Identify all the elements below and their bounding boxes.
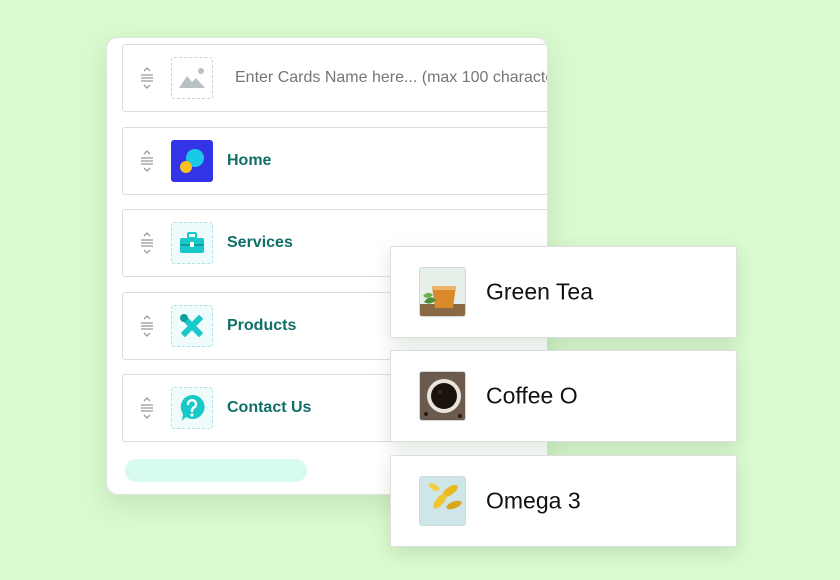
home-bubbles-icon [171, 140, 213, 182]
omega-capsules-image [419, 476, 466, 526]
tools-icon [171, 305, 213, 347]
card-name-row[interactable] [122, 44, 547, 112]
drag-handle-icon[interactable] [139, 231, 155, 255]
dropdown-label-green-tea: Green Tea [486, 278, 593, 305]
green-tea-image [419, 267, 466, 317]
card-label-home: Home [227, 152, 272, 169]
image-placeholder-icon[interactable] [171, 57, 213, 99]
add-card-button[interactable] [125, 459, 307, 482]
drag-handle-icon[interactable] [139, 149, 155, 173]
dropdown-item-green-tea[interactable]: Green Tea [390, 246, 737, 338]
briefcase-icon [171, 222, 213, 264]
drag-handle-icon[interactable] [139, 66, 155, 90]
dropdown-label-omega-3: Omega 3 [486, 487, 581, 514]
card-label-products: Products [227, 317, 297, 334]
drag-handle-icon[interactable] [139, 396, 155, 420]
card-name-input[interactable] [235, 69, 547, 87]
drag-handle-icon[interactable] [139, 314, 155, 338]
coffee-image [419, 371, 466, 421]
dropdown-item-omega-3[interactable]: Omega 3 [390, 455, 737, 547]
dropdown-item-coffee-o[interactable]: Coffee O [390, 350, 737, 442]
card-label-contact-us: Contact Us [227, 399, 312, 416]
card-label-services: Services [227, 234, 293, 251]
dropdown-label-coffee-o: Coffee O [486, 382, 578, 409]
question-bubble-icon [171, 387, 213, 429]
card-row-home[interactable]: Home [122, 127, 547, 195]
